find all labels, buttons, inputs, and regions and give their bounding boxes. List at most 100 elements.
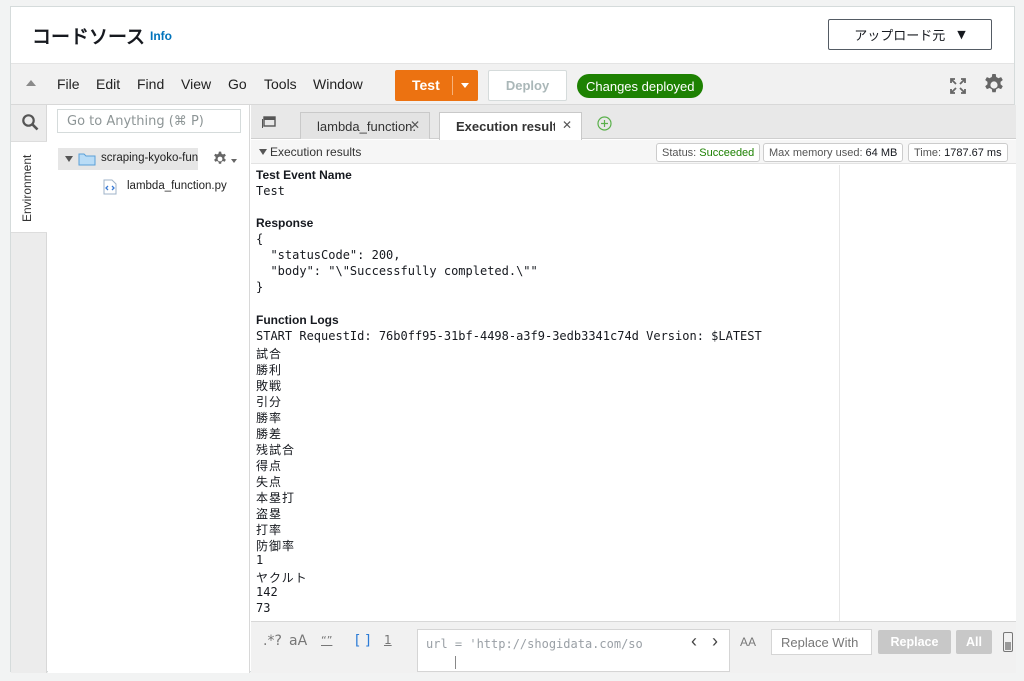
environment-tab[interactable]: Environment bbox=[11, 141, 47, 233]
log-line: 防御率 bbox=[256, 539, 296, 553]
ide-menubar: File Edit Find View Go Tools Window Test… bbox=[11, 63, 1014, 105]
editor-area: lambda_function.py ✕ Execution results ✕… bbox=[251, 105, 1016, 673]
log-line: 敗戦 bbox=[256, 379, 283, 393]
replace-input-placeholder: Replace With bbox=[781, 635, 859, 650]
python-file-icon bbox=[103, 179, 117, 195]
memory-value: 64 MB bbox=[865, 146, 898, 159]
function-logs-heading: Function Logs bbox=[256, 313, 339, 327]
tab-list-icon[interactable] bbox=[262, 116, 276, 128]
results-collapse-icon[interactable] bbox=[259, 149, 267, 155]
menu-edit[interactable]: Edit bbox=[96, 76, 120, 92]
left-rail: Environment bbox=[11, 105, 47, 673]
memory-pill: Max memory used: 64 MB bbox=[763, 143, 904, 162]
caret-down-icon: ▼ bbox=[957, 28, 966, 41]
execution-output: Test Event Name Test Response { "statusC… bbox=[251, 165, 840, 621]
code-source-panel: コードソース Info アップロード元 ▼ File Edit Find Vie… bbox=[10, 6, 1016, 673]
log-line: 1 bbox=[256, 553, 264, 567]
folder-name: scraping-kyoko-function bbox=[101, 152, 198, 164]
panel-header: コードソース Info アップロード元 ▼ bbox=[11, 7, 1014, 63]
editor-tabbar: lambda_function.py ✕ Execution results ✕ bbox=[251, 105, 1016, 140]
tree-settings-caret-icon[interactable] bbox=[231, 159, 237, 163]
upload-from-label: アップロード元 bbox=[854, 29, 946, 44]
add-tab-icon[interactable] bbox=[597, 116, 612, 131]
menu-tools[interactable]: Tools bbox=[264, 76, 297, 92]
log-line: 盗塁 bbox=[256, 507, 283, 521]
find-replace-bar: .*? aA “” [ ] 1 url = 'http://shogidata.… bbox=[251, 621, 1016, 673]
environment-tab-label: Environment bbox=[20, 154, 34, 222]
status-value: Succeeded bbox=[699, 146, 755, 159]
menu-file[interactable]: File bbox=[57, 76, 80, 92]
time-value: 1787.67 ms bbox=[944, 146, 1002, 159]
response-line: "body": "\"Successfully completed.\"" bbox=[256, 264, 538, 278]
find-input[interactable]: url = 'http://shogidata.com/so bbox=[417, 629, 730, 672]
execution-results-label: Execution results bbox=[270, 145, 362, 159]
test-dropdown-icon[interactable] bbox=[461, 83, 469, 88]
test-button-divider bbox=[452, 76, 453, 95]
deploy-button[interactable]: Deploy bbox=[488, 70, 567, 101]
log-line: ヤクルト bbox=[256, 571, 308, 585]
tab-lambda-function[interactable]: lambda_function.py ✕ bbox=[300, 112, 430, 139]
memory-label: Max memory used: bbox=[769, 146, 863, 159]
info-link[interactable]: Info bbox=[150, 29, 172, 43]
log-line: 142 bbox=[256, 585, 278, 599]
test-button-label: Test bbox=[412, 77, 440, 93]
collapse-up-icon[interactable] bbox=[26, 80, 36, 86]
response-line: } bbox=[256, 280, 264, 294]
log-line: 勝利 bbox=[256, 363, 283, 377]
goto-anything-input[interactable] bbox=[57, 109, 241, 133]
find-next-icon[interactable]: › bbox=[712, 631, 718, 652]
search-selection-toggle[interactable]: [ ] bbox=[355, 633, 370, 649]
tree-folder-row[interactable]: scraping-kyoko-function bbox=[58, 148, 198, 170]
file-name: lambda_function.py bbox=[127, 180, 227, 192]
log-line: 打率 bbox=[256, 523, 283, 537]
whole-word-toggle[interactable]: “” bbox=[321, 634, 332, 647]
response-line: { bbox=[256, 232, 264, 246]
log-line: 引分 bbox=[256, 395, 283, 409]
upload-from-button[interactable]: アップロード元 ▼ bbox=[828, 19, 992, 50]
time-label: Time: bbox=[914, 146, 942, 159]
close-icon[interactable]: ✕ bbox=[410, 118, 420, 132]
match-case-toggle[interactable]: aA bbox=[289, 633, 307, 649]
regex-toggle[interactable]: .*? bbox=[263, 633, 282, 649]
wrap-around-toggle[interactable]: 1 bbox=[384, 633, 392, 647]
log-start-line: START RequestId: 76b0ff95-31bf-4498-a3f9… bbox=[256, 329, 762, 343]
status-label: Status: bbox=[662, 146, 697, 159]
tree-settings-gear-icon[interactable] bbox=[212, 151, 228, 167]
preserve-case-toggle[interactable]: AA bbox=[740, 635, 756, 649]
changes-deployed-badge: Changes deployed bbox=[577, 74, 704, 98]
tab-execution-results[interactable]: Execution results ✕ bbox=[439, 112, 582, 140]
replace-all-button[interactable]: All bbox=[956, 630, 992, 654]
response-heading: Response bbox=[256, 216, 314, 230]
page-title: コードソース bbox=[32, 26, 146, 48]
menu-find[interactable]: Find bbox=[137, 76, 164, 92]
replace-toggle-icon[interactable] bbox=[1003, 632, 1013, 652]
test-button[interactable]: Test bbox=[395, 70, 478, 101]
replace-button[interactable]: Replace bbox=[878, 630, 951, 654]
folder-icon bbox=[78, 153, 96, 166]
log-line: 勝率 bbox=[256, 411, 283, 425]
replace-input[interactable]: Replace With bbox=[771, 629, 872, 655]
log-line: 失点 bbox=[256, 475, 283, 489]
search-icon[interactable] bbox=[21, 113, 39, 131]
log-line: 勝差 bbox=[256, 427, 283, 441]
file-tree-panel: scraping-kyoko-function lambda_function.… bbox=[48, 105, 250, 673]
log-line: 得点 bbox=[256, 459, 283, 473]
folder-expand-icon[interactable] bbox=[65, 156, 73, 162]
tab-label: Execution results bbox=[456, 119, 555, 134]
log-line: 残試合 bbox=[256, 443, 296, 457]
log-line: 本塁打 bbox=[256, 491, 296, 505]
menu-window[interactable]: Window bbox=[313, 76, 363, 92]
test-event-heading: Test Event Name bbox=[256, 168, 352, 182]
menu-view[interactable]: View bbox=[181, 76, 211, 92]
time-pill: Time: 1787.67 ms bbox=[908, 143, 1008, 162]
test-event-value: Test bbox=[256, 184, 285, 198]
response-line: "statusCode": 200, bbox=[256, 248, 401, 262]
fullscreen-icon[interactable] bbox=[949, 77, 967, 95]
find-previous-icon[interactable]: ‹ bbox=[691, 631, 697, 652]
log-line: 試合 bbox=[256, 347, 283, 361]
menu-go[interactable]: Go bbox=[228, 76, 247, 92]
text-cursor bbox=[455, 656, 456, 669]
close-icon[interactable]: ✕ bbox=[562, 118, 572, 132]
tab-label: lambda_function.py bbox=[317, 119, 415, 134]
gear-icon[interactable] bbox=[982, 73, 1006, 97]
